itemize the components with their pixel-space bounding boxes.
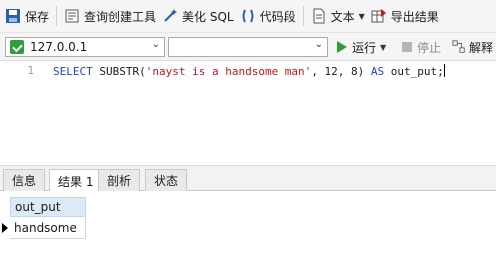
run-label: 运行 xyxy=(352,40,377,55)
export-icon xyxy=(371,9,386,23)
sql-keyword-select: SELECT xyxy=(53,65,93,78)
export-results-label: 导出结果 xyxy=(390,9,439,24)
beautify-sql-button[interactable]: 美化 SQL xyxy=(159,0,237,33)
sql-alias: out_put; xyxy=(384,65,444,78)
query-toolbar: 127.0.0.1 ⌄ ⌄ 运行 ▼ 停止 解释 xyxy=(0,33,496,61)
toolbar-divider xyxy=(302,6,304,26)
line-number: 1 xyxy=(27,64,34,77)
toolbar-divider xyxy=(56,6,58,26)
save-label: 保存 xyxy=(25,9,50,24)
stop-label: 停止 xyxy=(417,40,442,55)
magic-wand-icon xyxy=(164,9,178,22)
query-builder-button[interactable]: 查询创建工具 xyxy=(61,0,159,33)
stop-icon xyxy=(402,42,412,52)
tab-status[interactable]: 状态 xyxy=(145,169,188,191)
text-mode-label: 文本 xyxy=(330,9,355,24)
database-select[interactable]: ⌄ xyxy=(168,37,328,57)
dropdown-caret-icon: ▼ xyxy=(358,11,365,21)
sql-string-literal: 'nayst is a handsome man' xyxy=(145,65,312,78)
text-mode-button[interactable]: 文本 ▼ xyxy=(308,0,368,33)
sql-code-line[interactable]: SELECT SUBSTR('nayst is a handsome man',… xyxy=(53,64,445,78)
chevron-down-icon: ⌄ xyxy=(151,39,160,50)
tab-result-1[interactable]: 结果 1 xyxy=(49,169,103,192)
save-button[interactable]: 保存 xyxy=(0,0,52,33)
column-header-out_put[interactable]: out_put xyxy=(10,197,86,217)
explain-label: 解释 xyxy=(469,40,494,55)
sql-function: SUBSTR( xyxy=(92,65,146,78)
save-icon xyxy=(6,9,20,23)
dropdown-caret-icon: ▼ xyxy=(380,42,387,52)
result-tabs: 信息 结果 1 剖析 状态 xyxy=(0,165,496,192)
beautify-sql-label: 美化 SQL xyxy=(182,9,234,24)
code-snippet-label: 代码段 xyxy=(259,9,296,24)
play-icon xyxy=(337,41,347,53)
stop-button[interactable]: 停止 xyxy=(402,37,441,57)
text-cursor xyxy=(443,64,445,77)
explain-button[interactable]: 解释 xyxy=(452,37,493,57)
main-toolbar: 保存 查询创建工具 美化 SQL 代码段 文本 ▼ 导出结果 xyxy=(0,0,496,33)
table-cell[interactable]: handsome xyxy=(10,218,86,239)
results-grid: out_put handsome xyxy=(0,191,496,256)
run-button[interactable]: 运行 ▼ xyxy=(337,37,386,57)
document-icon xyxy=(313,8,325,24)
query-builder-label: 查询创建工具 xyxy=(84,9,157,24)
tab-info[interactable]: 信息 xyxy=(3,169,46,191)
connection-select[interactable]: 127.0.0.1 ⌄ xyxy=(5,37,165,57)
tab-profile[interactable]: 剖析 xyxy=(98,169,141,191)
explain-icon xyxy=(452,40,465,53)
query-builder-icon xyxy=(65,9,79,23)
export-results-button[interactable]: 导出结果 xyxy=(368,0,442,33)
code-snippet-button[interactable]: 代码段 xyxy=(237,0,299,33)
connection-icon xyxy=(10,40,24,54)
connection-value: 127.0.0.1 xyxy=(30,40,88,54)
chevron-down-icon: ⌄ xyxy=(314,39,323,50)
current-row-marker-icon xyxy=(2,223,8,233)
sql-editor[interactable]: 1 SELECT SUBSTR('nayst is a handsome man… xyxy=(0,61,496,165)
code-snippet-icon xyxy=(242,9,254,23)
sql-keyword-as: AS xyxy=(370,65,385,78)
sql-arguments: , 12, 8) xyxy=(311,65,371,78)
